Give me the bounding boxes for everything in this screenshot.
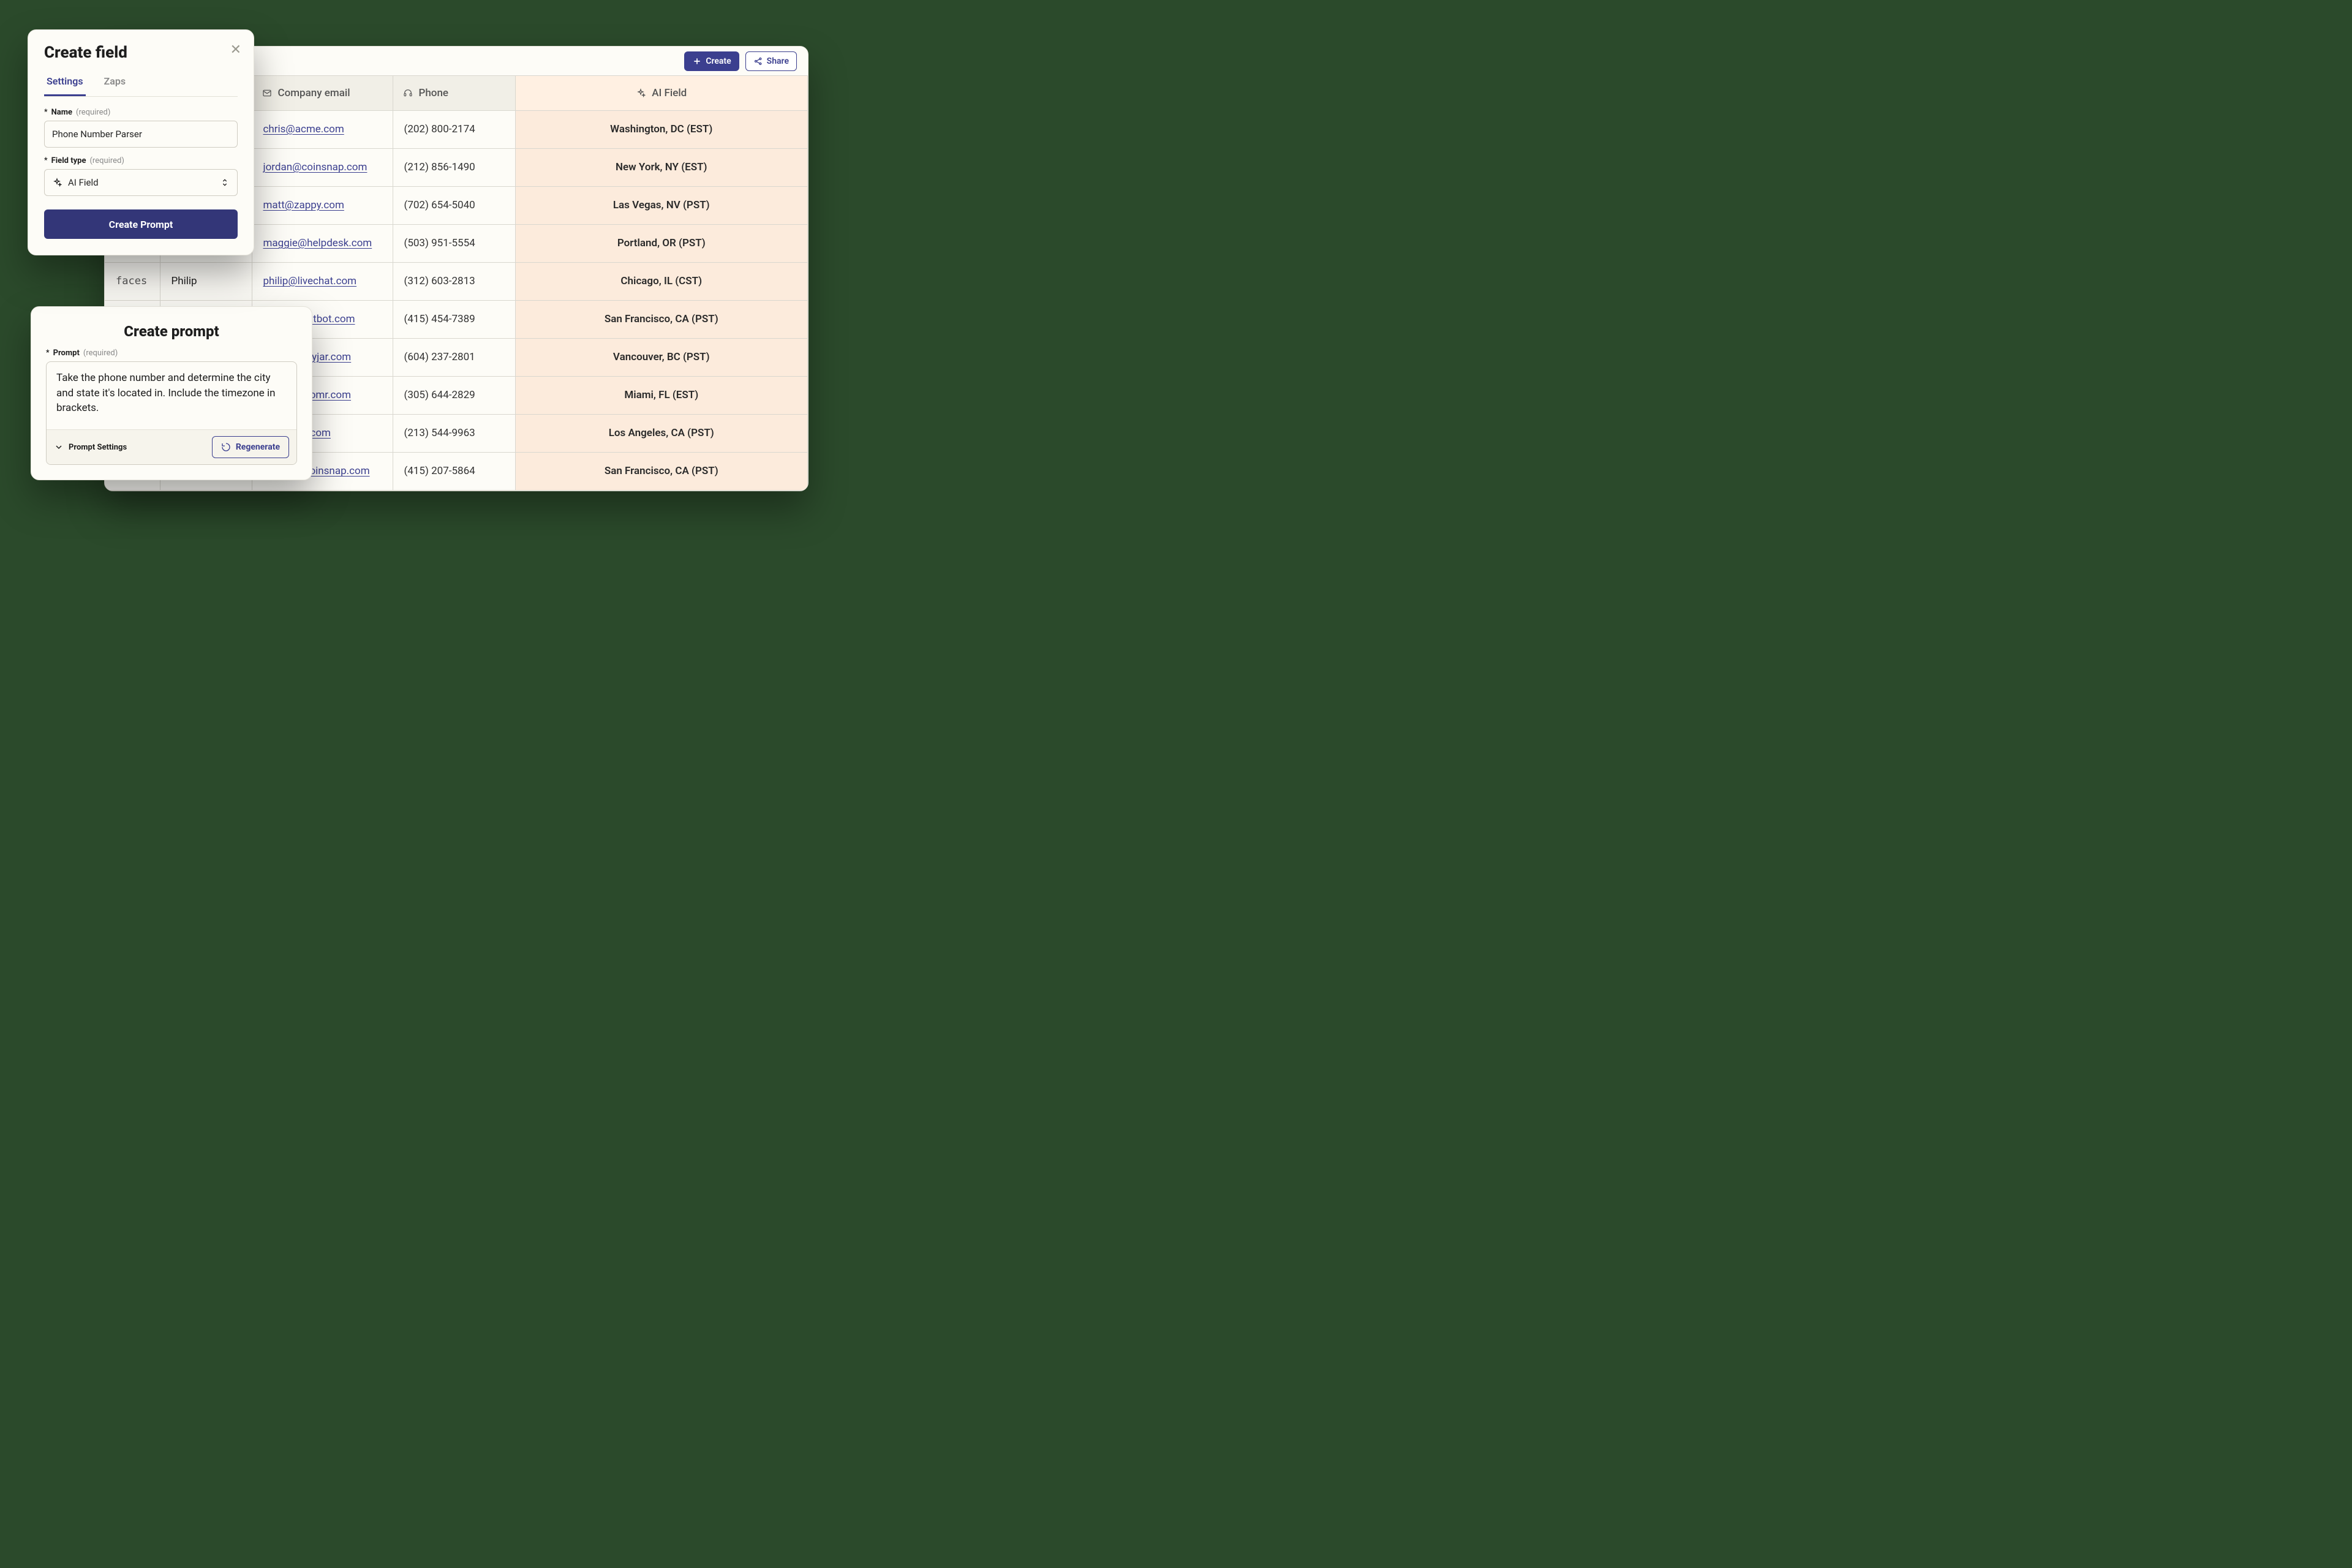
sparkle-icon	[636, 88, 646, 98]
name-field-label: * Name (required)	[44, 108, 238, 117]
prompt-box: Take the phone number and determine the …	[46, 361, 297, 465]
cell-name: Philip	[160, 262, 252, 300]
regenerate-button[interactable]: Regenerate	[212, 436, 289, 458]
col-header-ai[interactable]: AI Field	[515, 76, 808, 110]
refresh-icon	[221, 442, 231, 452]
share-button-label: Share	[767, 56, 789, 66]
email-link[interactable]: jordan@coinsnap.com	[263, 161, 368, 173]
cell-phone: (702) 654-5040	[393, 186, 515, 224]
plus-icon	[692, 56, 702, 66]
cell-email: jordan@coinsnap.com	[252, 148, 393, 186]
create-button[interactable]: Create	[684, 51, 739, 71]
cell-ai: San Francisco, CA (PST)	[515, 300, 808, 338]
cell-ai: Portland, OR (PST)	[515, 224, 808, 262]
cell-phone: (213) 544-9963	[393, 414, 515, 452]
cell-ai: New York, NY (EST)	[515, 148, 808, 186]
create-field-title: Create field	[44, 43, 238, 62]
email-link[interactable]: philip@livechat.com	[263, 275, 357, 287]
cell-ai: Vancouver, BC (PST)	[515, 338, 808, 376]
tab-zaps[interactable]: Zaps	[102, 70, 129, 96]
table-row[interactable]: facesPhilip philip@livechat.com (312) 603-…	[105, 262, 808, 300]
sparkle-icon	[52, 178, 62, 187]
share-button[interactable]: Share	[745, 51, 797, 71]
cell-phone: (202) 800-2174	[393, 110, 515, 148]
cell-ai: Los Angeles, CA (PST)	[515, 414, 808, 452]
email-link[interactable]: matt@zappy.com	[263, 199, 344, 211]
cell-phone: (212) 856-1490	[393, 148, 515, 186]
fieldtype-select[interactable]: AI Field	[44, 169, 238, 196]
create-prompt-panel: Create prompt * Prompt (required) Take t…	[31, 306, 312, 480]
cell-phone: (604) 237-2801	[393, 338, 515, 376]
prompt-label: * Prompt (required)	[46, 349, 297, 358]
cell-phone: (305) 644-2829	[393, 376, 515, 414]
headset-icon	[403, 88, 413, 98]
share-icon	[753, 56, 763, 66]
col-header-email[interactable]: Company email	[252, 76, 393, 110]
cell-ai: San Francisco, CA (PST)	[515, 452, 808, 490]
cell-source: faces	[105, 262, 160, 300]
cell-phone: (503) 951-5554	[393, 224, 515, 262]
create-prompt-button[interactable]: Create Prompt	[44, 209, 238, 239]
col-header-phone[interactable]: Phone	[393, 76, 515, 110]
email-link[interactable]: chris@acme.com	[263, 123, 344, 135]
name-field[interactable]: Phone Number Parser	[44, 121, 238, 148]
cell-phone: (415) 454-7389	[393, 300, 515, 338]
cell-ai: Chicago, IL (CST)	[515, 262, 808, 300]
email-link[interactable]: maggie@helpdesk.com	[263, 237, 372, 249]
cell-ai: Miami, FL (EST)	[515, 376, 808, 414]
prompt-settings-toggle[interactable]: Prompt Settings	[54, 442, 127, 452]
close-icon[interactable]: ✕	[230, 43, 241, 57]
chevron-updown-icon	[220, 178, 230, 187]
cell-ai: Washington, DC (EST)	[515, 110, 808, 148]
cell-email: philip@livechat.com	[252, 262, 393, 300]
cell-email: chris@acme.com	[252, 110, 393, 148]
create-field-tabs: Settings Zaps	[44, 70, 238, 97]
prompt-textarea[interactable]: Take the phone number and determine the …	[47, 362, 296, 429]
cell-phone: (312) 603-2813	[393, 262, 515, 300]
cell-phone: (415) 207-5864	[393, 452, 515, 490]
create-button-label: Create	[706, 56, 731, 66]
chevron-down-icon	[54, 442, 64, 452]
tab-settings[interactable]: Settings	[44, 70, 86, 96]
fieldtype-label: * Field type (required)	[44, 156, 238, 165]
cell-email: maggie@helpdesk.com	[252, 224, 393, 262]
cell-ai: Las Vegas, NV (PST)	[515, 186, 808, 224]
cell-email: matt@zappy.com	[252, 186, 393, 224]
mail-icon	[262, 88, 272, 98]
create-field-panel: Create field ✕ Settings Zaps * Name (req…	[28, 29, 254, 255]
create-prompt-title: Create prompt	[46, 323, 297, 340]
